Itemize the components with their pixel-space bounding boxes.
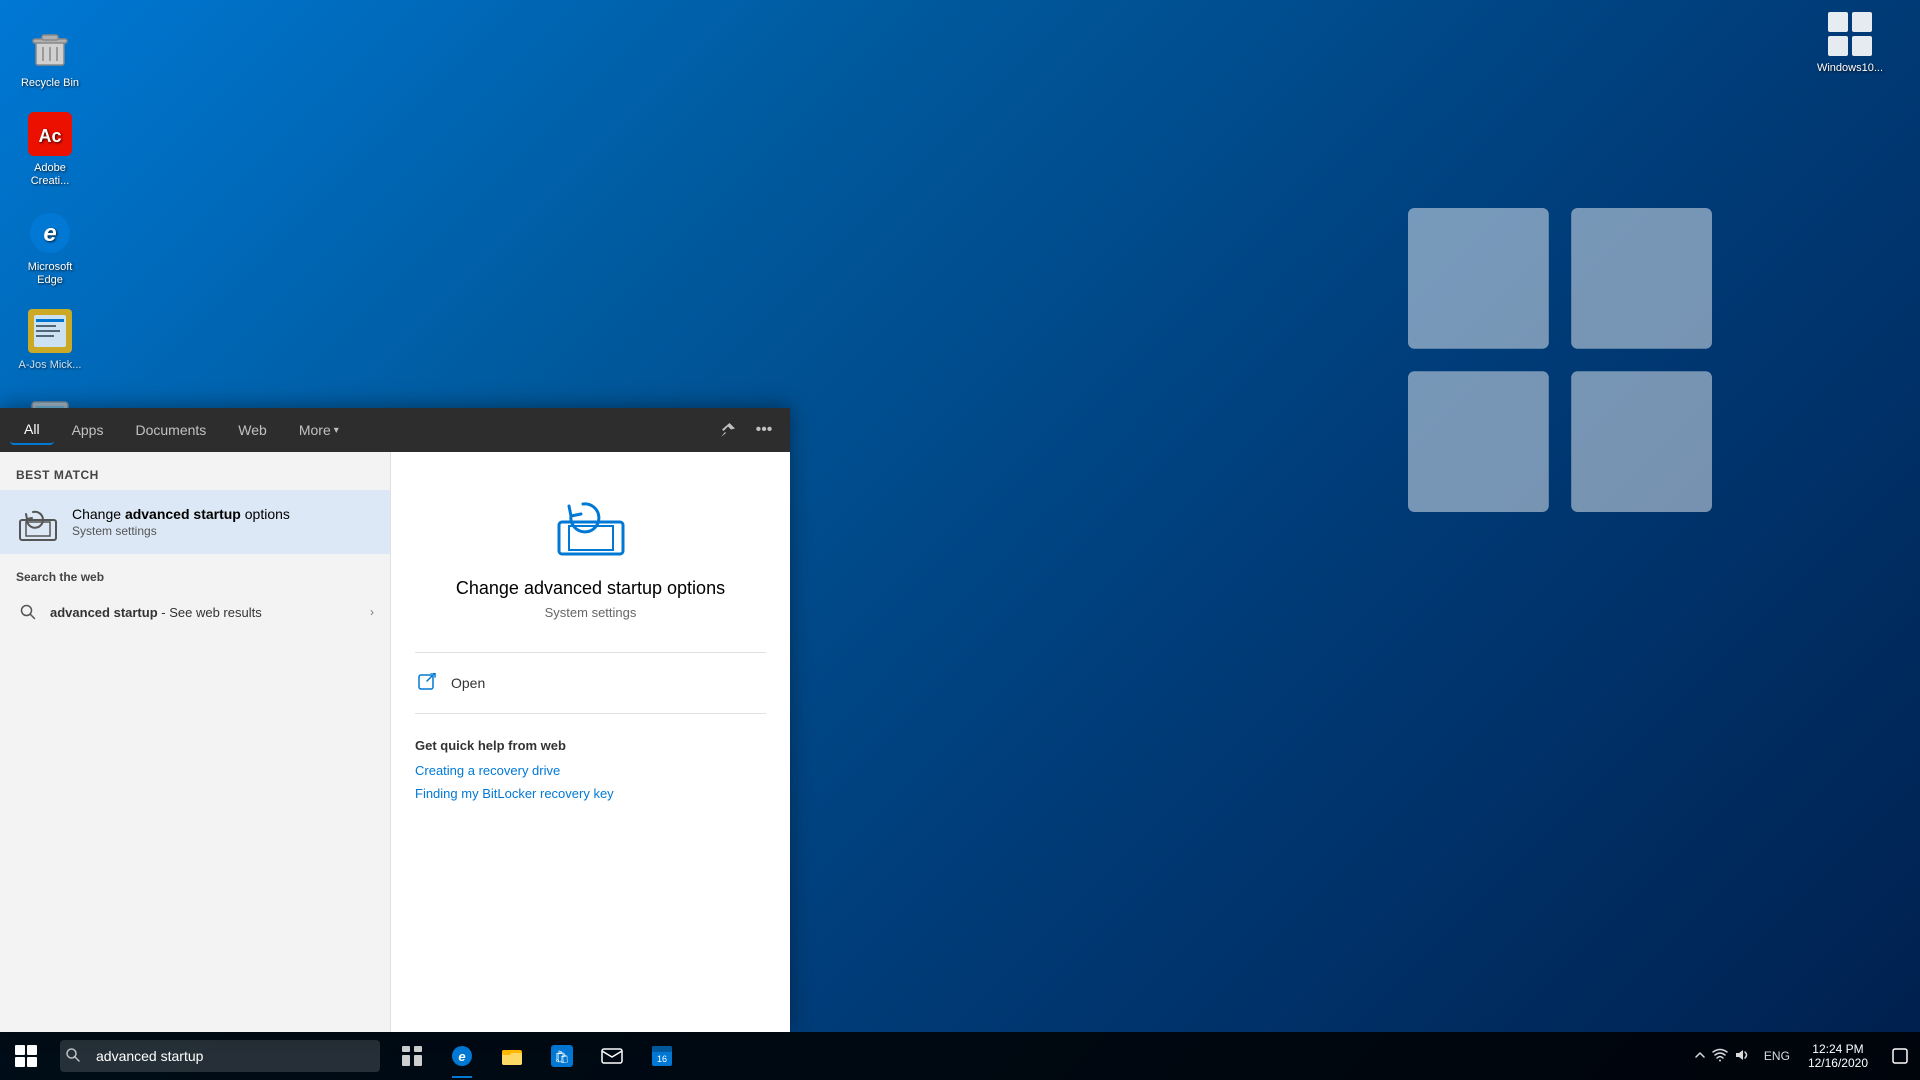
tab-more-label: More [299, 422, 331, 438]
result-detail-icon [551, 482, 631, 562]
search-tabs: All Apps Documents Web More ▾ [0, 408, 790, 452]
quick-help-link-2[interactable]: Finding my BitLocker recovery key [415, 786, 766, 801]
tab-web-label: Web [238, 422, 267, 438]
result-detail-title: Change advanced startup options [415, 578, 766, 599]
desktop-icon-edge[interactable]: e Microsoft Edge [10, 204, 90, 292]
svg-text:🛍: 🛍 [554, 1050, 569, 1064]
edge-label: Microsoft Edge [15, 261, 85, 287]
detail-separator [415, 652, 766, 653]
windows-logo-desktop [1400, 200, 1720, 520]
svg-text:e: e [43, 220, 56, 247]
ajos-label: A-Jos Mick... [19, 359, 82, 372]
taskbar-explorer[interactable] [488, 1032, 536, 1080]
tab-documents-label: Documents [135, 422, 206, 438]
tab-documents[interactable]: Documents [121, 416, 220, 444]
more-options-button[interactable]: ••• [748, 414, 780, 446]
search-detail-panel: Change advanced startup options System s… [390, 452, 790, 1032]
taskbar-search-wrapper [56, 1040, 380, 1072]
search-web-arrow: › [370, 605, 374, 619]
language-label: ENG [1764, 1049, 1790, 1063]
search-query: advanced startup [50, 605, 158, 620]
tab-web[interactable]: Web [224, 416, 281, 444]
taskbar-time: 12:24 PM [1812, 1042, 1863, 1056]
best-match-label: Best match [0, 468, 390, 490]
quick-help-section: Get quick help from web Creating a recov… [415, 738, 766, 809]
svg-text:e: e [458, 1049, 465, 1064]
taskbar-right: ENG 12:24 PM 12/16/2020 [1686, 1032, 1920, 1080]
recycle-bin-icon [26, 25, 74, 73]
tab-all[interactable]: All [10, 415, 54, 445]
tab-all-label: All [24, 421, 40, 437]
recovery-icon [16, 500, 60, 544]
taskbar-date: 12/16/2020 [1808, 1056, 1868, 1070]
best-match-title: Change advanced startup options [72, 506, 374, 522]
systray [1686, 1047, 1758, 1066]
recycle-bin-label: Recycle Bin [21, 77, 79, 90]
edge-icon: e [26, 209, 74, 257]
search-web-item[interactable]: advanced startup - See web results › [0, 592, 390, 632]
best-match-text: Change advanced startup options System s… [72, 506, 374, 538]
quick-help-title: Get quick help from web [415, 738, 766, 753]
windows10-icon [1826, 10, 1874, 58]
taskbar-store[interactable]: 🛍 [538, 1032, 586, 1080]
search-web-icon [16, 600, 40, 624]
tab-more[interactable]: More ▾ [285, 416, 353, 444]
ellipsis-icon: ••• [756, 421, 773, 439]
volume-icon[interactable] [1734, 1047, 1750, 1066]
notification-button[interactable] [1880, 1032, 1920, 1080]
taskview-button[interactable] [388, 1032, 436, 1080]
taskbar: e 🛍 [0, 1032, 1920, 1080]
adobe-creative-icon: Ac [26, 110, 74, 158]
desktop-icon-adobe-creative[interactable]: Ac Adobe Creati... [10, 105, 90, 193]
svg-text:Ac: Ac [38, 126, 61, 146]
ajos-icon [26, 307, 74, 355]
open-label: Open [451, 675, 485, 691]
tab-apps-label: Apps [72, 422, 104, 438]
svg-text:16: 16 [657, 1054, 667, 1064]
language-indicator[interactable]: ENG [1758, 1049, 1796, 1063]
adobe-creative-label: Adobe Creati... [15, 162, 85, 188]
tab-apps[interactable]: Apps [58, 416, 118, 444]
windows10-label: Windows10... [1817, 62, 1883, 74]
best-match-item[interactable]: Change advanced startup options System s… [0, 490, 390, 554]
systray-expand[interactable] [1694, 1048, 1706, 1064]
taskbar-search-input[interactable] [60, 1040, 380, 1072]
taskbar-clock[interactable]: 12:24 PM 12/16/2020 [1796, 1032, 1880, 1080]
taskbar-mail[interactable] [588, 1032, 636, 1080]
desktop-icon-windows10[interactable]: Windows10... [1810, 10, 1890, 74]
chevron-down-icon: ▾ [334, 425, 339, 436]
quick-help-link-1[interactable]: Creating a recovery drive [415, 763, 766, 778]
open-icon [415, 671, 439, 695]
taskbar-pinned-items: e 🛍 [388, 1032, 686, 1080]
best-match-subtitle: System settings [72, 524, 374, 538]
taskbar-edge[interactable]: e [438, 1032, 486, 1080]
search-web-section: Search the web advanced startup - See we… [0, 558, 390, 636]
search-results-container: Best match [0, 452, 790, 1032]
network-systray-icon[interactable] [1712, 1047, 1728, 1066]
detail-separator-2 [415, 713, 766, 714]
search-panel: All Apps Documents Web More ▾ [0, 408, 790, 1032]
desktop: Recycle Bin Ac Adobe Creati... e Microso… [0, 0, 1920, 1080]
start-button[interactable] [0, 1032, 52, 1080]
search-web-label: Search the web [0, 570, 390, 592]
taskbar-calendar[interactable]: 16 [638, 1032, 686, 1080]
taskbar-search-icon [66, 1048, 80, 1065]
result-detail-subtitle: System settings [415, 605, 766, 620]
pin-button[interactable] [712, 414, 744, 446]
search-suffix: - See web results [158, 605, 262, 620]
desktop-icon-ajos[interactable]: A-Jos Mick... [10, 302, 90, 377]
search-left-panel: Best match [0, 452, 390, 1032]
desktop-icon-recycle-bin[interactable]: Recycle Bin [10, 20, 90, 95]
open-action[interactable]: Open [415, 661, 766, 705]
search-web-text: advanced startup - See web results [50, 605, 370, 620]
